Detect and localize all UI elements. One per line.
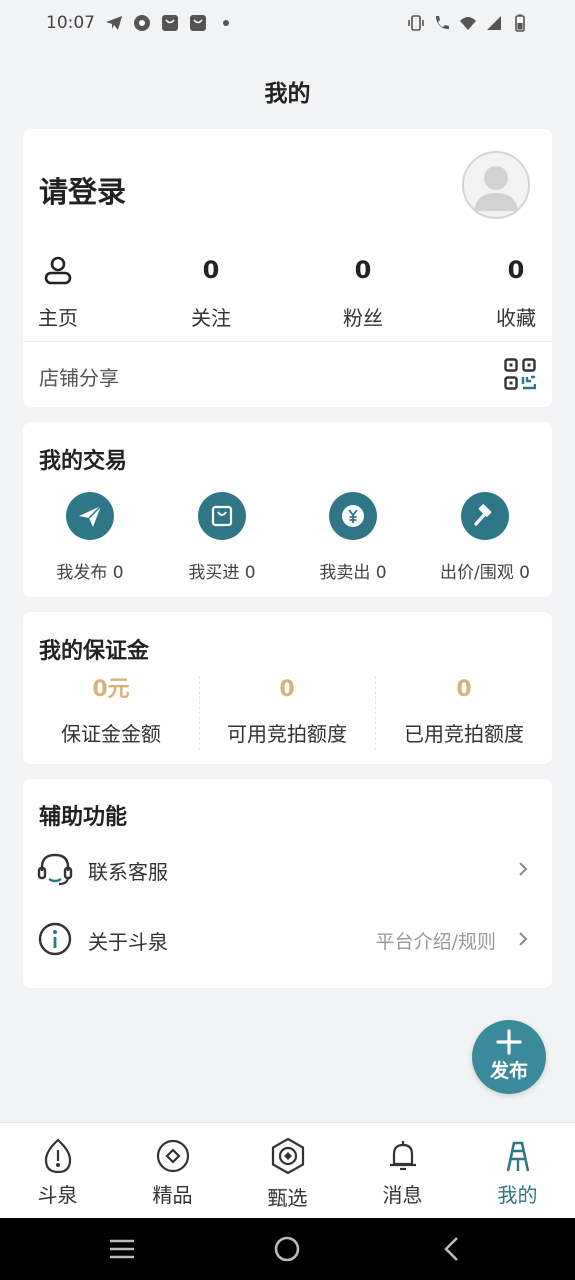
chrome-icon [134,15,150,31]
system-nav-bar [0,1218,575,1280]
vibrate-icon [408,15,424,31]
nav-item-messages[interactable]: 消息 [345,1123,460,1219]
deposit-value: 0 [456,677,472,702]
home-icon[interactable] [273,1235,301,1263]
nav-label: 甄选 [267,1186,308,1210]
diamond-circle-icon [156,1139,190,1173]
deposit-label: 可用竞拍额度 [227,722,347,746]
stat-label: 主页 [38,306,78,330]
deposit-label: 已用竞拍额度 [404,722,524,746]
aux-right-text: 平台介绍/规则 [375,931,496,953]
trade-label: 我卖出 0 [319,563,387,583]
shopping-bag-icon [190,15,206,31]
stat-label: 关注 [191,306,231,330]
wifi-call-icon [436,16,449,29]
chevron-right-icon [519,862,528,876]
status-time: 10:07 [46,13,95,33]
plus-icon [496,1029,522,1055]
battery-icon [515,14,525,32]
info-icon [38,922,72,956]
deposit-value: 0 [279,677,295,702]
trade-label: 出价/围观 0 [440,563,530,583]
nav-label: 消息 [382,1183,423,1207]
hexagon-target-icon [271,1137,305,1175]
shop-share-label: 店铺分享 [39,366,119,390]
signal-icon [487,16,501,30]
deposit-amount[interactable]: 0元 保证金金额 [23,674,199,747]
trade-sold[interactable]: 我卖出 0 [288,492,418,583]
auction-hammer-icon [474,504,492,526]
nav-item-zhenxuan[interactable]: 甄选 [230,1123,345,1219]
shopping-bag-icon [211,505,233,527]
aux-label: 联系客服 [88,860,168,884]
aux-title: 辅助功能 [39,805,128,830]
dot-icon [223,20,229,26]
available-bid-limit[interactable]: 0 可用竞拍额度 [199,674,375,747]
nav-label: 精品 [152,1183,193,1207]
stat-homepage[interactable]: 主页 [3,252,113,331]
stat-label: 收藏 [496,306,536,330]
shopping-bag-icon [162,15,178,31]
wifi-icon [460,17,476,30]
chevron-right-icon [519,932,528,946]
aux-functions-card: 辅助功能 联系客服 关于斗泉 平台介绍/规则 [23,779,552,988]
trade-label: 我发布 0 [56,563,124,583]
used-bid-limit[interactable]: 0 已用竞拍额度 [376,674,552,747]
avatar[interactable] [462,151,530,219]
stat-value: 0 [507,256,525,284]
stat-label: 粉丝 [343,306,383,330]
about-row[interactable]: 关于斗泉 平台介绍/规则 [23,909,552,969]
trade-bids[interactable]: 出价/围观 0 [420,492,550,583]
shop-share-row[interactable]: 店铺分享 [23,342,552,407]
contact-support-row[interactable]: 联系客服 [23,839,552,899]
stat-fans[interactable]: 0 粉丝 [308,252,418,331]
bell-icon [390,1141,416,1171]
nav-label: 我的 [497,1183,538,1207]
trade-published[interactable]: 我发布 0 [25,492,155,583]
telegram-icon [106,16,122,30]
deposit-title: 我的保证金 [39,639,150,664]
deposit-label: 保证金金额 [61,722,161,746]
stat-favorites[interactable]: 0 收藏 [461,252,571,331]
page-title: 我的 [264,81,311,107]
me-logo-icon [506,1141,530,1172]
login-prompt[interactable]: 请登录 [39,169,126,211]
nav-item-me[interactable]: 我的 [460,1123,575,1219]
avatar-placeholder-icon [474,166,518,211]
bottom-nav: 斗泉 精品 甄选 消息 我的 [0,1122,575,1218]
deposit-value: 0元 [92,677,130,702]
nav-item-jingpin[interactable]: 精品 [115,1123,230,1219]
qr-code-icon[interactable] [504,358,536,390]
my-deposit-card: 我的保证金 0元 保证金金额 0 可用竞拍额度 0 已用竞拍额度 [23,612,552,764]
coin-drop-icon [44,1138,72,1174]
aux-label: 关于斗泉 [88,930,168,954]
yen-coin-icon [342,505,364,527]
paper-plane-icon [79,505,102,527]
nav-item-douquan[interactable]: 斗泉 [0,1123,115,1219]
back-icon[interactable] [438,1235,466,1263]
status-bar: 10:07 [0,0,575,46]
stat-following[interactable]: 0 关注 [156,252,266,331]
user-icon [44,256,72,285]
trade-bought[interactable]: 我买进 0 [157,492,287,583]
my-trade-card: 我的交易 我发布 0 我买进 0 我卖出 0 出价/围观 0 [23,422,552,597]
nav-label: 斗泉 [37,1183,78,1207]
trade-title: 我的交易 [39,449,128,474]
stat-value: 0 [354,256,372,284]
trade-label: 我买进 0 [188,563,256,583]
headset-icon [37,853,73,886]
stats-row: 主页 0 关注 0 粉丝 0 收藏 [23,252,552,332]
stat-value: 0 [202,256,220,284]
publish-fab-button[interactable]: 发布 [472,1020,546,1094]
publish-label: 发布 [489,1060,528,1082]
recent-apps-icon[interactable] [108,1235,136,1263]
profile-card: 请登录 主页 0 关注 0 粉丝 0 收藏 店铺分享 [23,129,552,407]
